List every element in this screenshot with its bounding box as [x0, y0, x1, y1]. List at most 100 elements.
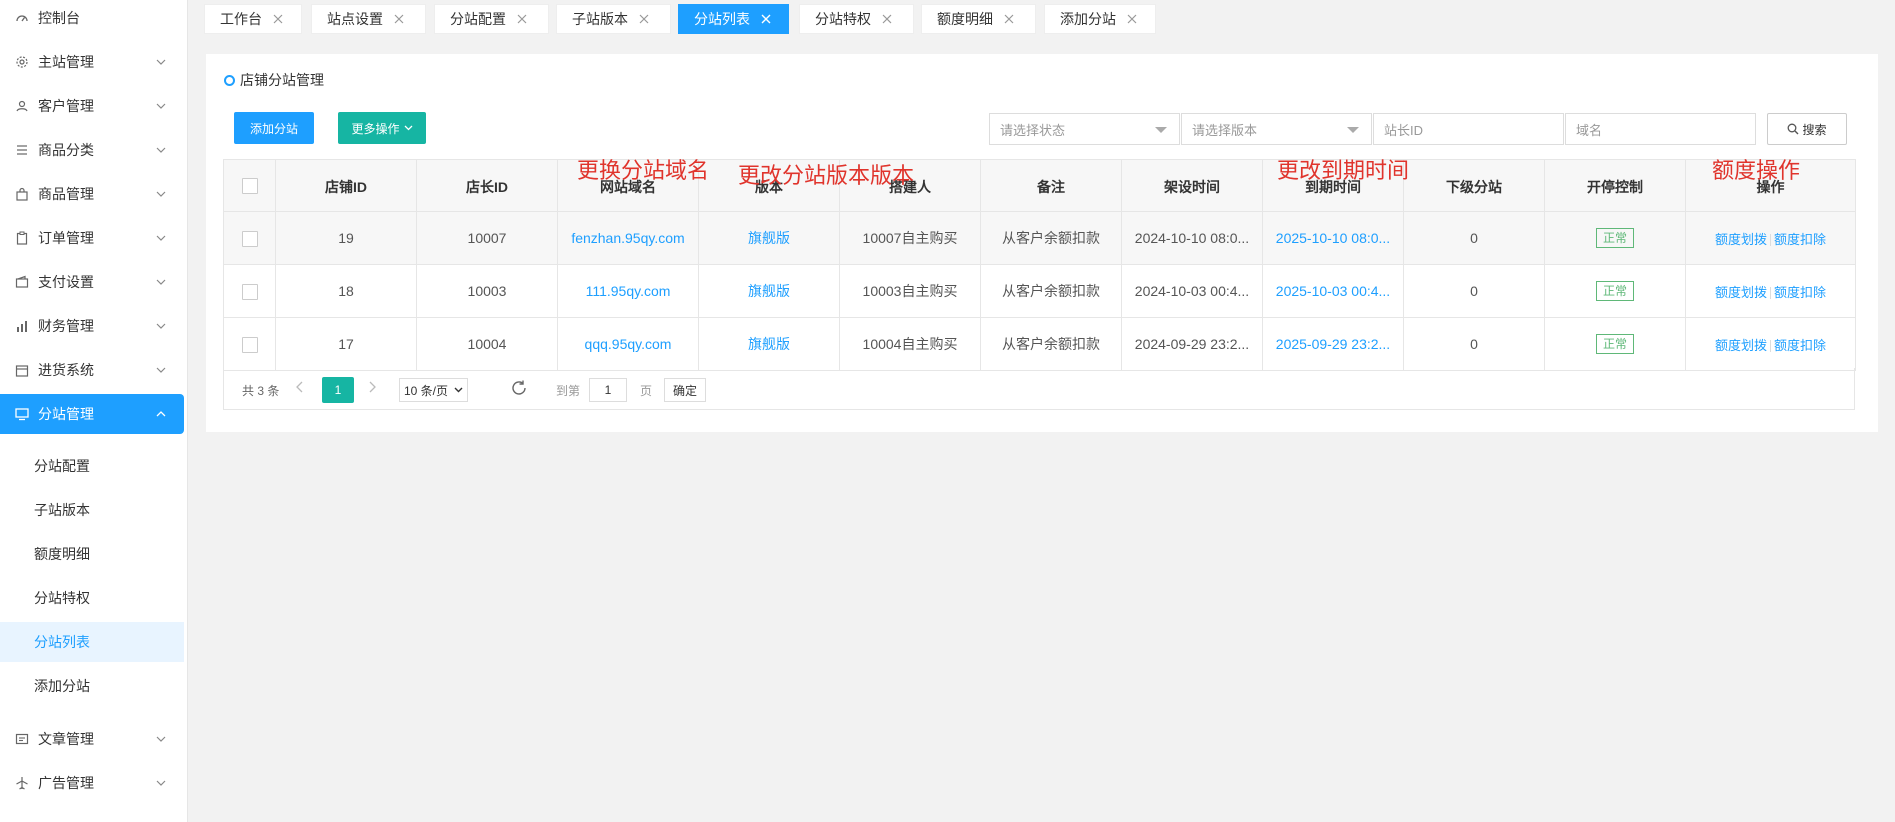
page-1-button[interactable]: 1: [322, 377, 354, 403]
sidebar-item-label: 支付设置: [38, 274, 94, 290]
sidebar-item-ads[interactable]: 广告管理: [0, 763, 184, 803]
add-substation-button[interactable]: 添加分站: [234, 112, 314, 144]
goto-confirm-button[interactable]: 确定: [664, 378, 707, 402]
tab-substation-config[interactable]: 分站配置: [434, 4, 549, 34]
quota-deduct-link[interactable]: 额度扣除: [1774, 285, 1826, 300]
tab-substation-list[interactable]: 分站列表: [678, 4, 789, 34]
column-header[interactable]: 下级分站: [1403, 159, 1545, 212]
close-icon[interactable]: [1126, 13, 1138, 25]
close-icon[interactable]: [272, 13, 284, 25]
bar-chart-icon: [14, 318, 30, 334]
tab-quota-details[interactable]: 额度明细: [921, 4, 1036, 34]
sidebar: 控制台 主站管理 客户管理 商品分类 商品管理 订单管理 支付设置 财务管理 进…: [0, 0, 188, 822]
more-actions-button[interactable]: 更多操作: [338, 112, 426, 144]
created-cell: 2024-10-03 00:4...: [1121, 264, 1263, 318]
sidebar-item-articles[interactable]: 文章管理: [0, 719, 184, 759]
tab-site-settings[interactable]: 站点设置: [311, 4, 426, 34]
search-icon: [1787, 123, 1799, 135]
version-link[interactable]: 旗舰版: [748, 283, 790, 299]
sidebar-subitem-quota-details[interactable]: 额度明细: [0, 534, 184, 574]
column-header[interactable]: 到期时间: [1262, 159, 1404, 212]
column-header[interactable]: 网站域名: [557, 159, 699, 212]
search-button[interactable]: 搜索: [1767, 113, 1847, 145]
owner-id-cell: 10003: [416, 264, 558, 318]
remark-cell: 从客户余额扣款: [980, 317, 1122, 371]
page-unit-label: 页: [640, 384, 653, 398]
tab-sub-versions[interactable]: 子站版本: [556, 4, 671, 34]
column-header[interactable]: 店长ID: [416, 159, 558, 212]
sidebar-item-finance[interactable]: 财务管理: [0, 306, 184, 346]
expires-link[interactable]: 2025-09-29 23:2...: [1276, 336, 1390, 352]
version-link[interactable]: 旗舰版: [748, 230, 790, 246]
row-checkbox-cell: [223, 264, 276, 318]
sidebar-item-categories[interactable]: 商品分类: [0, 130, 184, 170]
quota-deduct-link[interactable]: 额度扣除: [1774, 232, 1826, 247]
divider: [1770, 233, 1771, 246]
sidebar-subitem-config[interactable]: 分站配置: [0, 446, 184, 486]
close-icon[interactable]: [881, 13, 893, 25]
chevron-down-icon: [454, 387, 463, 393]
close-icon[interactable]: [760, 13, 772, 25]
domain-input[interactable]: 域名: [1565, 113, 1756, 145]
sidebar-item-payment[interactable]: 支付设置: [0, 262, 184, 302]
version-link[interactable]: 旗舰版: [748, 336, 790, 352]
tab-add-substation[interactable]: 添加分站: [1044, 4, 1156, 34]
version-select[interactable]: 请选择版本: [1181, 113, 1372, 145]
sidebar-subitem-add[interactable]: 添加分站: [0, 666, 184, 706]
chevron-down-icon: [154, 55, 168, 69]
close-icon[interactable]: [638, 13, 650, 25]
prev-page-icon[interactable]: [296, 381, 304, 396]
next-page-icon[interactable]: [368, 381, 376, 396]
expires-link[interactable]: 2025-10-03 00:4...: [1276, 283, 1390, 299]
tab-label: 分站配置: [450, 11, 506, 27]
domain-link[interactable]: 111.95qy.com: [586, 283, 671, 299]
goto-page-input[interactable]: 1: [589, 378, 627, 402]
status-badge[interactable]: 正常: [1595, 334, 1634, 354]
column-header[interactable]: 备注: [980, 159, 1122, 212]
column-header[interactable]: 开停控制: [1544, 159, 1686, 212]
status-badge[interactable]: 正常: [1595, 281, 1634, 301]
row-checkbox[interactable]: [241, 230, 258, 247]
remark-cell: 从客户余额扣款: [980, 264, 1122, 318]
quota-deduct-link[interactable]: 额度扣除: [1774, 338, 1826, 353]
expires-cell: 2025-10-10 08:0...: [1262, 211, 1404, 265]
sidebar-item-main-site[interactable]: 主站管理: [0, 42, 184, 82]
quota-transfer-link[interactable]: 额度划拨: [1715, 232, 1767, 247]
select-all-checkbox[interactable]: [241, 178, 258, 195]
quota-transfer-link[interactable]: 额度划拨: [1715, 285, 1767, 300]
expires-link[interactable]: 2025-10-10 08:0...: [1276, 230, 1390, 246]
sidebar-subitem-privileges[interactable]: 分站特权: [0, 578, 184, 618]
row-checkbox[interactable]: [241, 336, 258, 353]
page-size-select[interactable]: 10 条/页: [399, 378, 469, 402]
domain-link[interactable]: qqq.95qy.com: [585, 336, 672, 352]
sidebar-item-purchasing[interactable]: 进货系统: [0, 350, 184, 390]
children-cell: 0: [1403, 211, 1545, 265]
tab-privileges[interactable]: 分站特权: [799, 4, 914, 34]
column-header[interactable]: 版本: [698, 159, 840, 212]
sidebar-item-dashboard[interactable]: 控制台: [0, 0, 184, 38]
close-icon[interactable]: [1003, 13, 1015, 25]
sidebar-item-substations[interactable]: 分站管理: [0, 394, 184, 434]
sidebar-subitem-list[interactable]: 分站列表: [0, 622, 184, 662]
tab-workbench[interactable]: 工作台: [204, 4, 302, 34]
children-cell: 0: [1403, 264, 1545, 318]
sidebar-item-customers[interactable]: 客户管理: [0, 86, 184, 126]
close-icon[interactable]: [393, 13, 405, 25]
column-header[interactable]: 操作: [1685, 159, 1856, 212]
refresh-icon[interactable]: [510, 379, 528, 400]
column-header[interactable]: 搭建人: [839, 159, 981, 212]
tab-label: 子站版本: [572, 11, 628, 27]
row-checkbox[interactable]: [241, 283, 258, 300]
column-header[interactable]: 架设时间: [1121, 159, 1263, 212]
column-header[interactable]: 店铺ID: [275, 159, 417, 212]
status-select[interactable]: 请选择状态: [989, 113, 1180, 145]
status-badge[interactable]: 正常: [1595, 228, 1634, 248]
tab-label: 添加分站: [1060, 11, 1116, 27]
close-icon[interactable]: [516, 13, 528, 25]
quota-transfer-link[interactable]: 额度划拨: [1715, 338, 1767, 353]
sidebar-item-orders[interactable]: 订单管理: [0, 218, 184, 258]
sidebar-subitem-versions[interactable]: 子站版本: [0, 490, 184, 530]
domain-link[interactable]: fenzhan.95qy.com: [571, 230, 684, 246]
owner-id-input[interactable]: 站长ID: [1373, 113, 1564, 145]
sidebar-item-products[interactable]: 商品管理: [0, 174, 184, 214]
